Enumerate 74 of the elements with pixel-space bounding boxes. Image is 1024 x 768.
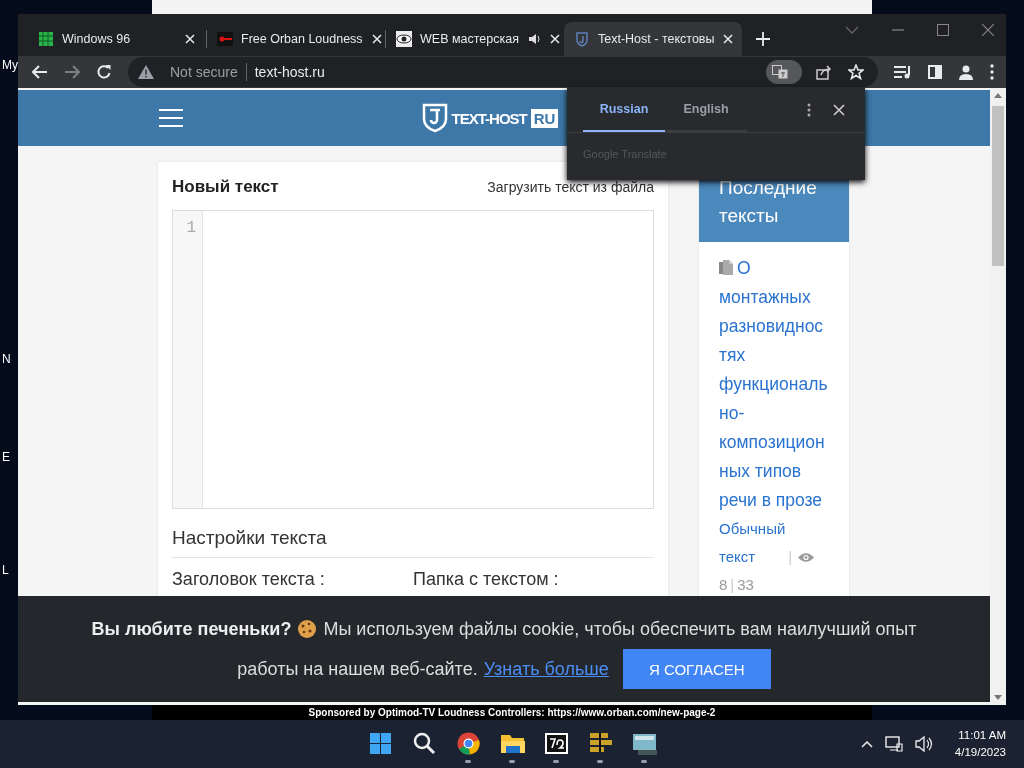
text-link[interactable]: О монтажных разновидностях функционально-композиционных типов речи в прозе (719, 254, 829, 515)
desktop-icon-label[interactable]: E (2, 450, 10, 464)
scroll-down-icon[interactable] (994, 695, 1002, 700)
menu-icon[interactable] (990, 64, 994, 80)
accept-button[interactable]: Я СОГЛАСЕН (622, 649, 771, 689)
archive-icon (543, 731, 569, 756)
new-tab-icon[interactable] (756, 32, 770, 46)
eye-icon (798, 552, 815, 563)
maximize-icon[interactable] (937, 24, 949, 36)
key-favicon-icon (217, 31, 233, 47)
upload-link[interactable]: Загрузить текст из файла (487, 179, 654, 195)
translate-icon (772, 64, 788, 80)
line-number: 1 (185, 218, 197, 237)
document-copy-icon (719, 260, 734, 275)
field-label: Папка с текстом : (413, 568, 560, 590)
settings-heading: Настройки текста (172, 526, 654, 558)
address-bar[interactable]: Not secure text-host.ru (128, 57, 878, 87)
share-icon[interactable] (816, 64, 832, 80)
scrollbar[interactable] (990, 88, 1006, 705)
media-queue-icon[interactable] (894, 65, 912, 79)
warning-icon[interactable] (138, 65, 154, 79)
browser-tab[interactable]: WEB мастерская (386, 22, 564, 56)
chevron-down-icon[interactable] (845, 26, 859, 34)
cookie-message: Мы используем файлы cookie, чтобы обеспечить вам наилучший опыт (323, 618, 917, 641)
reload-icon[interactable] (96, 64, 112, 80)
scroll-up-icon[interactable] (994, 93, 1002, 98)
desktop-icon-label[interactable]: L (2, 563, 9, 577)
browser-tab[interactable]: Windows 96 (28, 22, 206, 56)
monitor-icon (631, 731, 657, 756)
start-icon (367, 731, 393, 756)
shield-logo-icon (421, 103, 448, 133)
forward-arrow-icon[interactable] (64, 65, 80, 79)
clock-time[interactable]: 11:01 AM (958, 727, 1006, 744)
translate-button[interactable] (766, 60, 802, 84)
chrome-icon (455, 731, 481, 756)
back-arrow-icon[interactable] (32, 65, 48, 79)
cookie-icon (297, 619, 318, 639)
network-icon[interactable] (884, 736, 903, 752)
profile-icon[interactable] (958, 64, 974, 80)
language-tab[interactable]: English (665, 88, 747, 132)
url-text[interactable]: text-host.ru (254, 64, 325, 80)
desktop-icon-label[interactable]: N (2, 352, 11, 366)
cookie-message: работы на нашем веб-сайте. (237, 658, 478, 681)
close-icon[interactable] (548, 33, 561, 45)
search-icon (411, 731, 437, 756)
view-count: 8 (719, 576, 728, 593)
category-link[interactable]: Обычный текст (719, 515, 786, 571)
site-logo[interactable]: TEXT-HOST RU (421, 103, 559, 133)
separator: | (788, 548, 793, 565)
editor-title: Новый текст (172, 177, 279, 197)
desktop-icon-label[interactable]: My (2, 58, 18, 72)
cookie-heading: Вы любите печеньки? (91, 618, 292, 641)
grid-favicon-icon (38, 31, 54, 47)
eye-favicon-icon (396, 31, 412, 47)
field-label: Заголовок текста : (172, 568, 326, 590)
security-label[interactable]: Not secure (170, 64, 238, 80)
close-icon[interactable] (833, 104, 845, 116)
learn-more-link[interactable]: Узнать больше (483, 649, 609, 689)
scroll-thumb[interactable] (992, 106, 1004, 266)
more-options-icon[interactable] (807, 103, 811, 117)
browser-tab[interactable]: Free Orban Loudness (207, 22, 385, 56)
shield-favicon-icon (574, 31, 590, 47)
star-icon[interactable] (848, 64, 864, 80)
chevron-up-icon[interactable] (860, 740, 873, 748)
browser-tab[interactable]: Text-Host - текстовы (564, 22, 742, 56)
hamburger-menu-icon[interactable] (159, 109, 183, 127)
speaker-icon[interactable] (526, 32, 541, 46)
side-panel-icon[interactable] (928, 65, 942, 79)
language-tab[interactable]: Russian (583, 88, 665, 132)
clock-date[interactable]: 4/19/2023 (954, 744, 1006, 761)
volume-icon[interactable] (914, 736, 933, 752)
sponsor-banner: Sponsored by Optimod-TV Loudness Controllers: https://www.orban.com/new-page-2 (152, 705, 872, 720)
text-count: 33 (737, 576, 754, 593)
separator: | (730, 576, 735, 593)
